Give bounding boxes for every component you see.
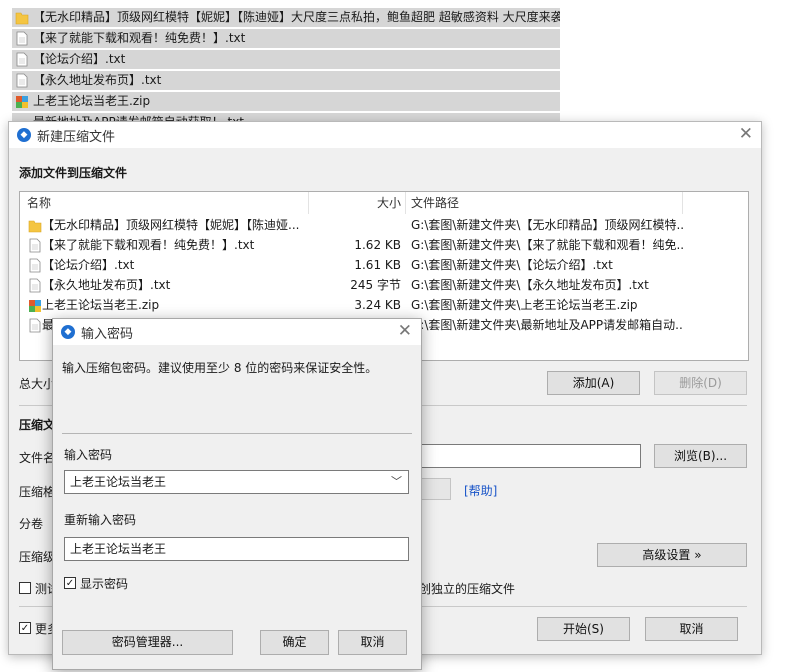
show-password-checkbox[interactable]: ✓	[64, 577, 76, 589]
cancel-button[interactable]: 取消	[645, 617, 738, 641]
add-files-section-title: 添加文件到压缩文件	[19, 166, 128, 180]
folder-icon	[28, 220, 42, 233]
folder-icon	[15, 12, 29, 25]
text-file-icon	[29, 258, 41, 273]
file-path-cell: G:\套图\新建文件夹\上老王论坛当老王.zip	[411, 298, 638, 312]
total-size-label: 总大小	[19, 377, 56, 391]
table-row[interactable]: 【永久地址发布页】.txt 245 字节 G:\套图\新建文件夹\【永久地址发布…	[20, 275, 748, 295]
compress-section-title: 压缩文	[19, 418, 56, 432]
text-file-icon	[16, 52, 28, 67]
column-header-name[interactable]: 名称	[27, 194, 51, 211]
more-checkbox[interactable]: ✓	[19, 622, 31, 634]
delete-button[interactable]: 删除(D)	[654, 371, 747, 395]
column-divider	[405, 192, 406, 214]
text-file-icon	[16, 31, 28, 46]
file-name-cell: 上老王论坛当老王.zip	[42, 298, 160, 312]
confirm-password-value: 上老王论坛当老王	[70, 542, 167, 556]
file-size-cell: 1.61 KB	[354, 258, 401, 272]
window-title: 新建压缩文件	[37, 130, 116, 145]
file-name-cell: 【永久地址发布页】.txt	[42, 278, 171, 292]
list-item-label: 上老王论坛当老王.zip	[33, 94, 151, 108]
confirm-password-label: 重新输入密码	[64, 513, 137, 527]
window-titlebar: ◆ 新建压缩文件 ✕	[9, 122, 761, 148]
format-select[interactable]	[419, 478, 451, 500]
archive-app-icon: ◆	[61, 325, 75, 339]
file-size-cell: 245 字节	[350, 278, 401, 292]
text-file-icon	[16, 73, 28, 88]
list-item-label: 【来了就能下载和观看！纯免费！】.txt	[33, 31, 246, 45]
add-button[interactable]: 添加(A)	[547, 371, 640, 395]
file-path-cell: G:\套图\新建文件夹\【永久地址发布页】.txt	[411, 278, 649, 292]
browse-button[interactable]: 浏览(B)...	[654, 444, 747, 468]
column-header-size[interactable]: 大小	[377, 194, 401, 211]
start-button[interactable]: 开始(S)	[537, 617, 630, 641]
filename-label: 文件名	[19, 451, 56, 465]
table-row[interactable]: 【无水印精品】顶级网红模特【妮妮】【陈迪娅... G:\套图\新建文件夹\【无水…	[20, 215, 748, 235]
zip-archive-icon	[29, 300, 41, 312]
dialog-title: 输入密码	[81, 327, 134, 342]
file-name-cell: 【无水印精品】顶级网红模特【妮妮】【陈迪娅...	[42, 218, 300, 232]
zip-archive-icon	[16, 96, 28, 108]
filename-input[interactable]	[419, 444, 641, 468]
file-path-cell: G:\套图\新建文件夹\最新地址及APP请发邮箱自动...	[411, 318, 683, 332]
divider	[62, 433, 412, 434]
file-name-cell: 【论坛介绍】.txt	[42, 258, 135, 272]
advanced-settings-button[interactable]: 高级设置 »	[597, 543, 747, 567]
column-header-path[interactable]: 文件路径	[411, 194, 459, 211]
list-item-label: 【无水印精品】顶级网红模特【妮妮】【陈迪娅】大尺度三点私拍，鲍鱼超肥 超敏感资料…	[33, 10, 560, 24]
file-path-cell: G:\套图\新建文件夹\【来了就能下载和观看！纯免...	[411, 238, 683, 252]
dialog-info-panel: 输入压缩包密码。建议使用至少 8 位的密码来保证安全性。	[53, 345, 421, 425]
password-field[interactable]: 上老王论坛当老王 ﹀	[64, 470, 409, 494]
cancel-button[interactable]: 取消	[338, 630, 407, 655]
dialog-description: 输入压缩包密码。建议使用至少 8 位的密码来保证安全性。	[62, 361, 378, 375]
column-divider	[308, 192, 309, 214]
confirm-password-field[interactable]: 上老王论坛当老王	[64, 537, 409, 561]
table-row[interactable]: 上老王论坛当老王.zip 3.24 KB G:\套图\新建文件夹\上老王论坛当老…	[20, 295, 748, 315]
list-item[interactable]: 【无水印精品】顶级网红模特【妮妮】【陈迪娅】大尺度三点私拍，鲍鱼超肥 超敏感资料…	[12, 8, 560, 27]
password-label: 输入密码	[64, 448, 113, 462]
format-label: 压缩格	[19, 485, 56, 499]
list-item-label: 【永久地址发布页】.txt	[33, 73, 162, 87]
show-password-label: 显示密码	[80, 577, 129, 591]
password-dialog: ◆ 输入密码 ✕ 输入压缩包密码。建议使用至少 8 位的密码来保证安全性。 输入…	[52, 318, 422, 670]
split-label: 分卷	[19, 517, 44, 531]
file-size-cell: 3.24 KB	[354, 298, 401, 312]
independent-archive-label: 创独立的压缩文件	[419, 582, 516, 596]
table-row[interactable]: 【来了就能下载和观看！纯免费！】.txt 1.62 KB G:\套图\新建文件夹…	[20, 235, 748, 255]
close-icon[interactable]: ✕	[739, 124, 753, 144]
list-item[interactable]: 最新地址及APP请发邮箱自动获取！.txt	[12, 113, 560, 121]
file-size-cell: 1.62 KB	[354, 238, 401, 252]
list-item-label: 最新地址及APP请发邮箱自动获取！.txt	[33, 113, 244, 121]
list-item[interactable]: 【永久地址发布页】.txt	[12, 71, 560, 90]
help-link[interactable]: [帮助]	[464, 482, 497, 499]
file-path-cell: G:\套图\新建文件夹\【无水印精品】顶级网红模特...	[411, 218, 683, 232]
test-checkbox[interactable]	[19, 582, 31, 594]
close-icon[interactable]: ✕	[398, 321, 412, 341]
ok-button[interactable]: 确定	[260, 630, 329, 655]
text-file-icon	[29, 238, 41, 253]
list-item[interactable]: 上老王论坛当老王.zip	[12, 92, 560, 111]
list-item[interactable]: 【来了就能下载和观看！纯免费！】.txt	[12, 29, 560, 48]
dialog-titlebar: ◆ 输入密码 ✕	[53, 319, 421, 345]
file-name-cell: 【来了就能下载和观看！纯免费！】.txt	[42, 238, 255, 252]
chevron-down-icon[interactable]: ﹀	[391, 471, 402, 493]
list-item[interactable]: 【论坛介绍】.txt	[12, 50, 560, 69]
table-row[interactable]: 【论坛介绍】.txt 1.61 KB G:\套图\新建文件夹\【论坛介绍】.tx…	[20, 255, 748, 275]
file-path-cell: G:\套图\新建文件夹\【论坛介绍】.txt	[411, 258, 613, 272]
text-file-icon	[29, 318, 41, 333]
archive-app-icon: ◆	[17, 128, 31, 142]
list-item-label: 【论坛介绍】.txt	[33, 52, 126, 66]
column-divider	[682, 192, 683, 214]
password-value: 上老王论坛当老王	[70, 475, 167, 489]
compression-level-label: 压缩级	[19, 550, 56, 564]
text-file-icon	[29, 278, 41, 293]
password-manager-button[interactable]: 密码管理器...	[62, 630, 233, 655]
